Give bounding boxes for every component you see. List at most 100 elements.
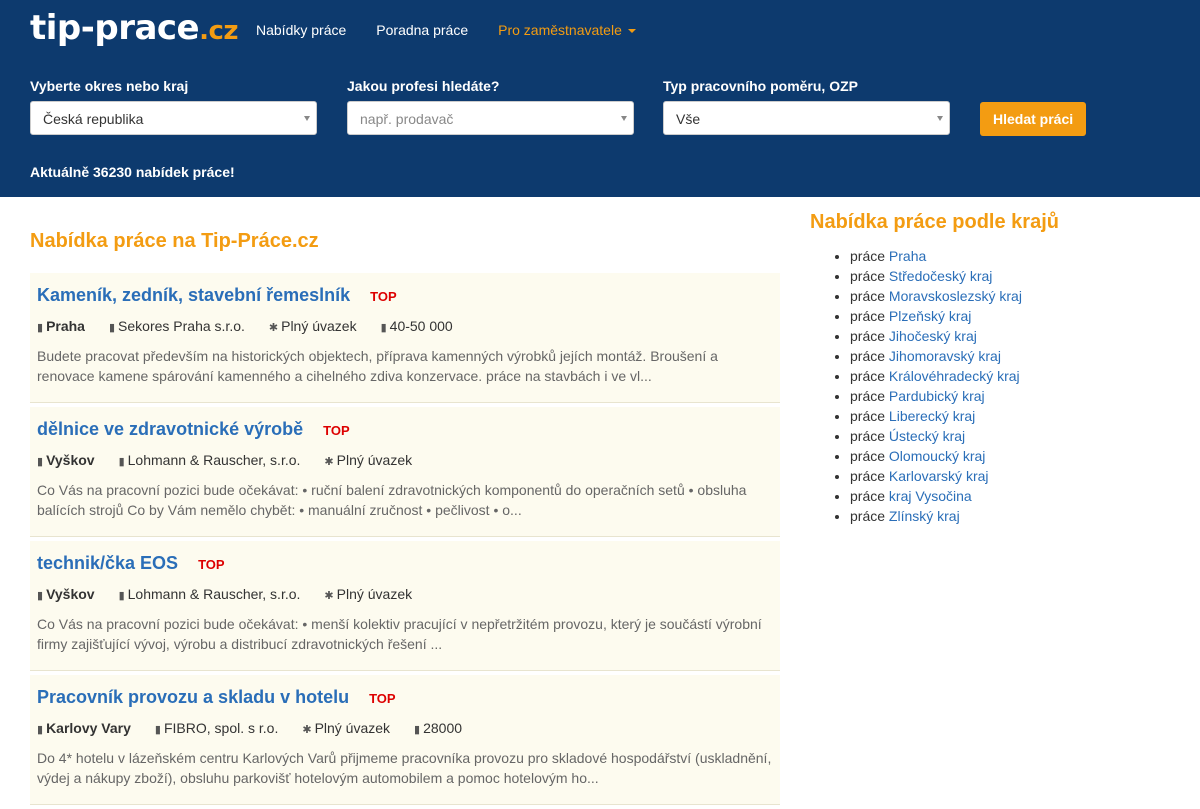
- job-salary-text: 28000: [423, 720, 463, 736]
- region-list-item: práce Olomoucký kraj: [850, 446, 1059, 466]
- region-prefix: práce: [850, 408, 886, 424]
- site-logo[interactable]: tip-prace.cz: [30, 8, 239, 48]
- region-select[interactable]: Česká republika: [30, 101, 317, 135]
- top-badge: TOP: [323, 423, 350, 438]
- job-salary: ▮ 28000: [414, 720, 462, 736]
- job-type-text: Plný úvazek: [281, 318, 357, 334]
- region-prefix: práce: [850, 348, 886, 364]
- job-title-row: technik/čka EOS TOP: [37, 553, 773, 574]
- job-card: dělnice ve zdravotnické výrobě TOP ▮ Vyšk…: [30, 407, 780, 537]
- region-list-item: práce kraj Vysočina: [850, 486, 1059, 506]
- type-label: Typ pracovního poměru, OZP: [663, 78, 858, 94]
- profession-placeholder: např. prodavač: [360, 111, 454, 127]
- job-company-text: Sekores Praha s.r.o.: [118, 318, 245, 334]
- map-marker-icon: ▮: [37, 322, 44, 334]
- job-meta: ▮ Praha ▮ Sekores Praha s.r.o. ✱ Plný úvaze…: [37, 318, 773, 334]
- main-nav: Nabídky práce Poradna práce Pro zaměstna…: [256, 22, 636, 38]
- job-location: ▮ Karlovy Vary: [37, 720, 131, 736]
- region-link[interactable]: Olomoucký kraj: [889, 448, 985, 464]
- job-title-row: dělnice ve zdravotnické výrobě TOP: [37, 419, 773, 440]
- region-list: práce Prahapráce Středočeský krajpráce M…: [810, 246, 1059, 526]
- region-link[interactable]: Královéhradecký kraj: [889, 368, 1020, 384]
- money-icon: ▮: [380, 322, 387, 334]
- region-prefix: práce: [850, 388, 886, 404]
- caret-down-icon: [627, 29, 636, 34]
- job-salary-text: 40-50 000: [389, 318, 453, 334]
- region-link[interactable]: Liberecký kraj: [889, 408, 975, 424]
- region-field: Vyberte okres nebo kraj Česká republika: [30, 78, 317, 135]
- map-marker-icon: ▮: [37, 590, 44, 602]
- region-link[interactable]: Jihomoravský kraj: [889, 348, 1001, 364]
- profession-select[interactable]: např. prodavač: [347, 101, 634, 135]
- logo-tld: .cz: [199, 16, 239, 46]
- region-link[interactable]: kraj Vysočina: [889, 488, 972, 504]
- type-select[interactable]: Vše: [663, 101, 950, 135]
- job-title-link[interactable]: dělnice ve zdravotnické výrobě: [37, 419, 303, 440]
- region-link[interactable]: Praha: [889, 248, 926, 264]
- region-prefix: práce: [850, 448, 886, 464]
- nav-item-job-advice[interactable]: Poradna práce: [376, 22, 468, 38]
- job-location-text: Karlovy Vary: [46, 720, 131, 736]
- region-list-item: práce Jihočeský kraj: [850, 326, 1059, 346]
- region-prefix: práce: [850, 288, 886, 304]
- asterisk-icon: ✱: [268, 322, 279, 334]
- job-company: ▮ Sekores Praha s.r.o.: [109, 318, 245, 334]
- region-list-item: práce Královéhradecký kraj: [850, 366, 1059, 386]
- region-link[interactable]: Zlínský kraj: [889, 508, 960, 524]
- region-list-item: práce Karlovarský kraj: [850, 466, 1059, 486]
- job-description: Budete pracovat především na historickýc…: [37, 348, 718, 384]
- search-button[interactable]: Hledat práci: [980, 102, 1087, 136]
- region-list-item: práce Liberecký kraj: [850, 406, 1059, 426]
- type-field: Typ pracovního poměru, OZP Vše: [663, 78, 950, 135]
- top-badge: TOP: [369, 691, 396, 706]
- job-type: ✱ Plný úvazek: [269, 318, 357, 334]
- job-title-row: Kameník, zedník, stavební řemeslník TOP: [37, 285, 773, 306]
- dropdown-arrow-icon: [304, 116, 310, 121]
- job-description: Co Vás na pracovní pozici bude očekávat:…: [37, 616, 762, 652]
- logo-name: tip-prace: [30, 8, 200, 48]
- region-list-item: práce Pardubický kraj: [850, 386, 1059, 406]
- map-marker-icon: ▮: [37, 724, 44, 736]
- job-type: ✱ Plný úvazek: [324, 452, 412, 468]
- job-description: Do 4* hotelu v lázeňském centru Karlovýc…: [37, 750, 772, 786]
- region-value: Česká republika: [43, 111, 144, 127]
- job-type-text: Plný úvazek: [336, 586, 413, 602]
- job-company: ▮ Lohmann & Rauscher, s.r.o.: [119, 586, 301, 602]
- region-prefix: práce: [850, 328, 886, 344]
- region-list-item: práce Moravskoslezský kraj: [850, 286, 1059, 306]
- region-link[interactable]: Karlovarský kraj: [889, 468, 989, 484]
- job-company-text: Lohmann & Rauscher, s.r.o.: [127, 586, 301, 602]
- job-meta: ▮ Vyškov ▮ Lohmann & Rauscher, s.r.o. ✱ Pln…: [37, 452, 773, 468]
- nav-item-job-offers[interactable]: Nabídky práce: [256, 22, 346, 38]
- job-title-link[interactable]: Pracovník provozu a skladu v hotelu: [37, 687, 349, 708]
- offers-count: Aktuálně 36230 nabídek práce!: [30, 164, 235, 180]
- job-title-link[interactable]: technik/čka EOS: [37, 553, 178, 574]
- region-list-item: práce Jihomoravský kraj: [850, 346, 1059, 366]
- region-link[interactable]: Plzeňský kraj: [889, 308, 971, 324]
- site-header: tip-prace.cz Nabídky práce Poradna práce…: [0, 0, 1200, 197]
- asterisk-icon: ✱: [324, 590, 334, 602]
- type-value: Vše: [676, 111, 701, 127]
- region-link[interactable]: Pardubický kraj: [889, 388, 985, 404]
- job-card: technik/čka EOS TOP ▮ Vyškov ▮ Lohmann & R…: [30, 541, 780, 671]
- job-card: Kameník, zedník, stavební řemeslník TOP …: [30, 273, 780, 403]
- job-company-text: FIBRO, spol. s r.o.: [163, 720, 279, 736]
- region-prefix: práce: [850, 428, 886, 444]
- region-link[interactable]: Jihočeský kraj: [889, 328, 977, 344]
- job-location-text: Vyškov: [46, 452, 95, 468]
- job-company: ▮ Lohmann & Rauscher, s.r.o.: [119, 452, 301, 468]
- job-company-text: Lohmann & Rauscher, s.r.o.: [127, 452, 301, 468]
- building-icon: ▮: [154, 724, 161, 736]
- region-link[interactable]: Moravskoslezský kraj: [889, 288, 1022, 304]
- nav-employers-label: Pro zaměstnavatele: [498, 22, 622, 38]
- asterisk-icon: ✱: [324, 456, 334, 468]
- main-content: Nabídka práce na Tip-Práce.cz Kameník, z…: [30, 230, 780, 809]
- job-title-row: Pracovník provozu a skladu v hotelu TOP: [37, 687, 773, 708]
- region-prefix: práce: [850, 468, 886, 484]
- region-list-item: práce Zlínský kraj: [850, 506, 1059, 526]
- job-card: Pracovník provozu a skladu v hotelu TOP …: [30, 675, 780, 805]
- region-link[interactable]: Středočeský kraj: [889, 268, 992, 284]
- job-title-link[interactable]: Kameník, zedník, stavební řemeslník: [37, 285, 350, 306]
- region-link[interactable]: Ústecký kraj: [889, 428, 965, 444]
- nav-item-employers[interactable]: Pro zaměstnavatele: [498, 22, 636, 38]
